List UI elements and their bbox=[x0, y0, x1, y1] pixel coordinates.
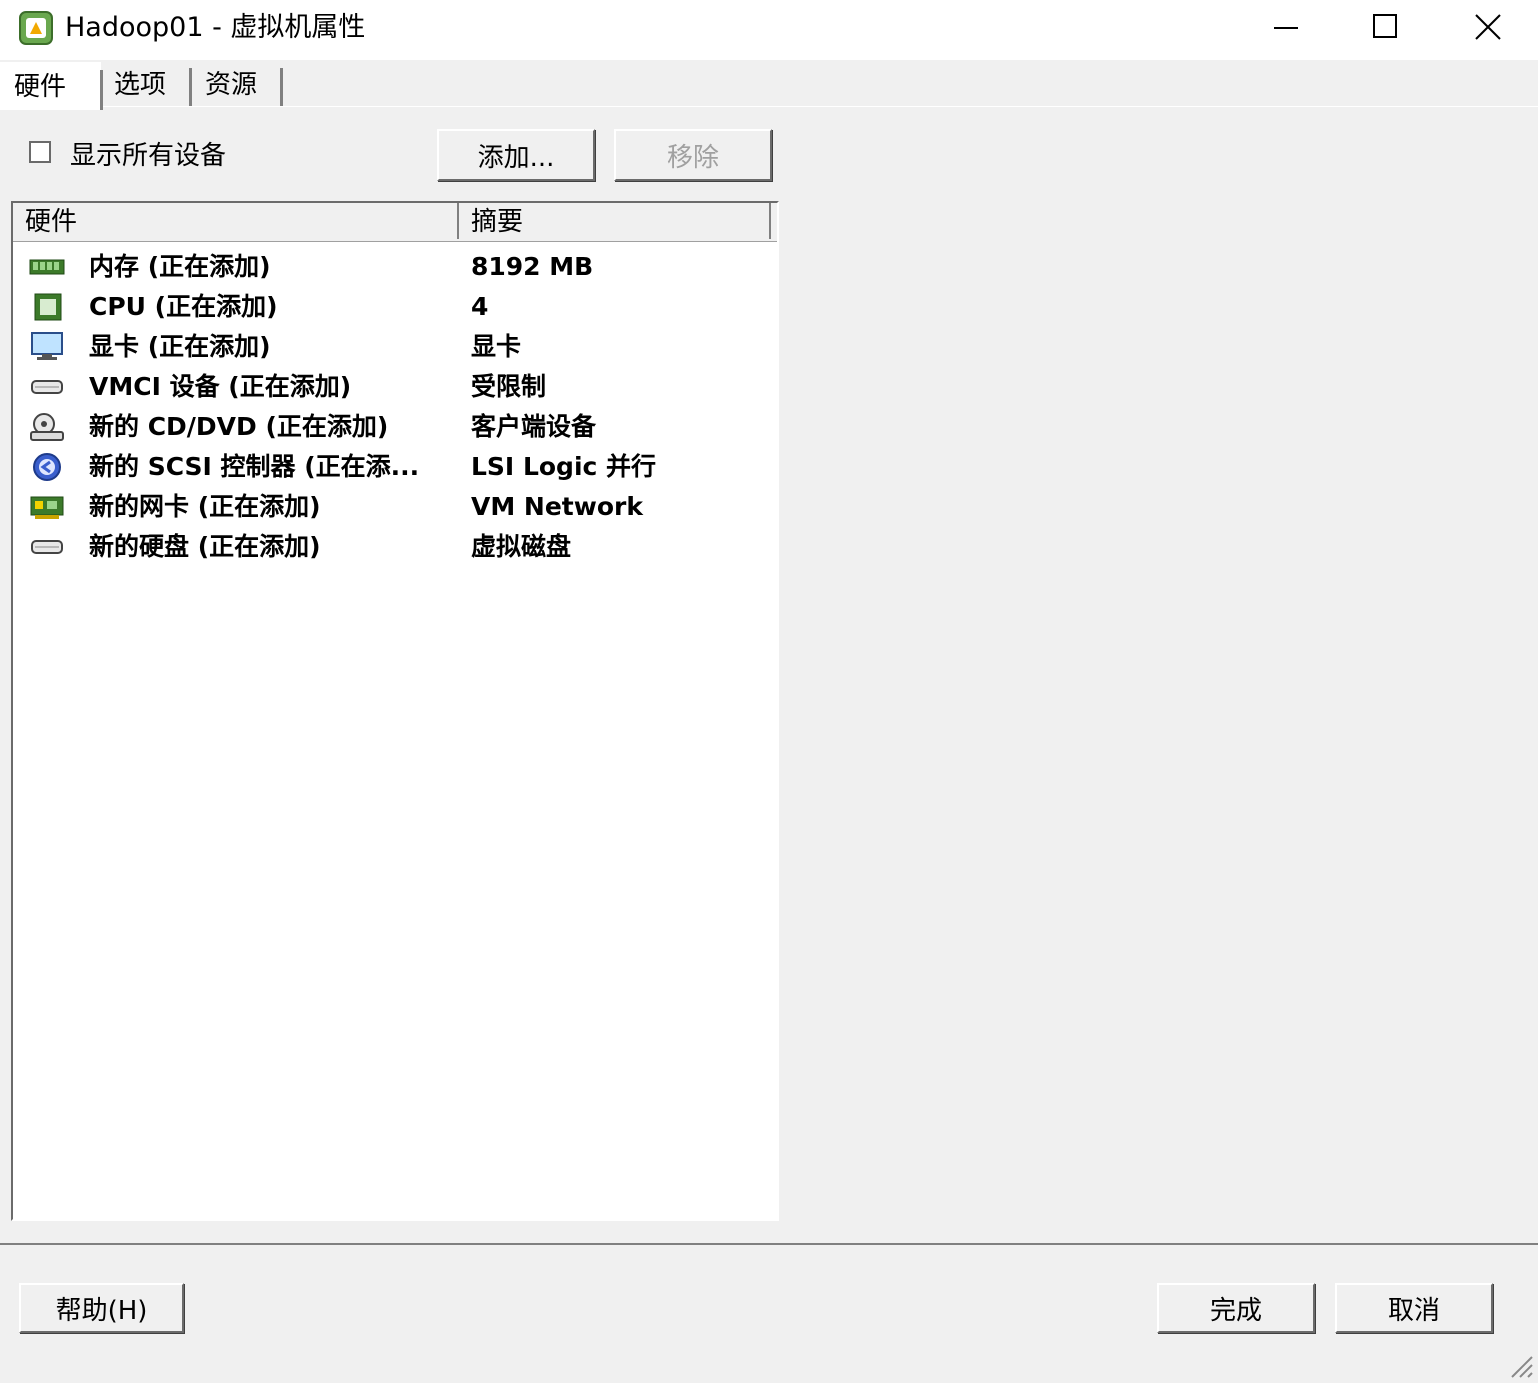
row-summary: 虚拟磁盘 bbox=[471, 532, 572, 561]
row-hardware-name: 新的硬盘 (正在添加) bbox=[89, 532, 321, 561]
finish-button-label: 完成 bbox=[1209, 1295, 1262, 1326]
cancel-button[interactable]: 取消 bbox=[1335, 1283, 1493, 1333]
cd-dvd-icon bbox=[29, 412, 65, 442]
remove-device-button-label: 移除 bbox=[666, 142, 719, 173]
tab-bar: 硬件 选项 资源 bbox=[0, 62, 1538, 110]
vmci-device-icon bbox=[29, 372, 65, 402]
add-device-button[interactable]: 添加... bbox=[437, 129, 595, 181]
tab-options[interactable]: 选项 bbox=[100, 62, 192, 108]
minimize-button[interactable] bbox=[1236, 0, 1336, 54]
table-row[interactable]: 内存 (正在添加) 8192 MB bbox=[13, 247, 777, 287]
row-hardware-name: 新的网卡 (正在添加) bbox=[89, 492, 321, 521]
tab-resources[interactable]: 资源 bbox=[191, 62, 283, 108]
add-device-button-label: 添加... bbox=[477, 142, 555, 173]
cpu-icon bbox=[29, 292, 65, 322]
row-hardware-name: VMCI 设备 (正在添加) bbox=[89, 372, 352, 401]
cancel-button-label: 取消 bbox=[1387, 1295, 1440, 1326]
hardware-table: 硬件 摘要 内存 (正在添加) 8192 MB CPU (正在添加) 4 显卡 … bbox=[11, 201, 779, 1221]
row-summary: 客户端设备 bbox=[471, 412, 597, 441]
tab-hardware-label: 硬件 bbox=[14, 72, 67, 102]
tab-separator bbox=[100, 70, 103, 110]
tab-separator bbox=[280, 68, 283, 108]
hard-disk-icon bbox=[29, 532, 65, 562]
row-hardware-name: CPU (正在添加) bbox=[89, 292, 278, 321]
finish-button[interactable]: 完成 bbox=[1157, 1283, 1315, 1333]
table-row[interactable]: 新的硬盘 (正在添加) 虚拟磁盘 bbox=[13, 527, 777, 567]
row-summary: VM Network bbox=[471, 492, 643, 521]
resize-grip-icon[interactable] bbox=[1506, 1351, 1534, 1379]
maximize-button[interactable] bbox=[1336, 0, 1436, 54]
memory-icon bbox=[29, 252, 65, 282]
display-icon bbox=[29, 332, 65, 362]
table-row[interactable]: CPU (正在添加) 4 bbox=[13, 287, 777, 327]
network-card-icon bbox=[29, 492, 65, 522]
footer-divider bbox=[0, 1243, 1538, 1245]
row-hardware-name: 显卡 (正在添加) bbox=[89, 332, 271, 361]
row-hardware-name: 内存 (正在添加) bbox=[89, 252, 271, 281]
row-summary: 8192 MB bbox=[471, 252, 594, 281]
column-header-hardware[interactable]: 硬件 bbox=[13, 203, 459, 239]
tab-options-label: 选项 bbox=[114, 70, 167, 100]
table-row[interactable]: 显卡 (正在添加) 显卡 bbox=[13, 327, 777, 367]
vsphere-app-icon bbox=[18, 10, 54, 46]
row-summary: 显卡 bbox=[471, 332, 522, 361]
title-bar: Hadoop01 - 虚拟机属性 bbox=[0, 0, 1538, 60]
row-summary: 4 bbox=[471, 292, 489, 321]
row-hardware-name: 新的 SCSI 控制器 (正在添... bbox=[89, 452, 420, 481]
remove-device-button[interactable]: 移除 bbox=[614, 129, 772, 181]
window-title: Hadoop01 - 虚拟机属性 bbox=[65, 12, 366, 43]
tab-resources-label: 资源 bbox=[205, 70, 258, 100]
table-header: 硬件 摘要 bbox=[13, 203, 777, 242]
table-row[interactable]: 新的 SCSI 控制器 (正在添... LSI Logic 并行 bbox=[13, 447, 777, 487]
row-summary: LSI Logic 并行 bbox=[471, 452, 657, 481]
table-row[interactable]: VMCI 设备 (正在添加) 受限制 bbox=[13, 367, 777, 407]
close-button[interactable] bbox=[1438, 0, 1538, 54]
tab-hardware[interactable]: 硬件 bbox=[0, 62, 103, 110]
row-hardware-name: 新的 CD/DVD (正在添加) bbox=[89, 412, 389, 441]
table-row[interactable]: 新的网卡 (正在添加) VM Network bbox=[13, 487, 777, 527]
row-summary: 受限制 bbox=[471, 372, 547, 401]
show-all-devices-label[interactable]: 显示所有设备 bbox=[70, 138, 226, 174]
scsi-controller-icon bbox=[29, 452, 65, 482]
column-header-summary[interactable]: 摘要 bbox=[459, 203, 771, 239]
help-button[interactable]: 帮助(H) bbox=[19, 1283, 184, 1333]
table-row[interactable]: 新的 CD/DVD (正在添加) 客户端设备 bbox=[13, 407, 777, 447]
help-button-label: 帮助(H) bbox=[55, 1295, 148, 1326]
show-all-devices-checkbox[interactable] bbox=[29, 141, 51, 163]
